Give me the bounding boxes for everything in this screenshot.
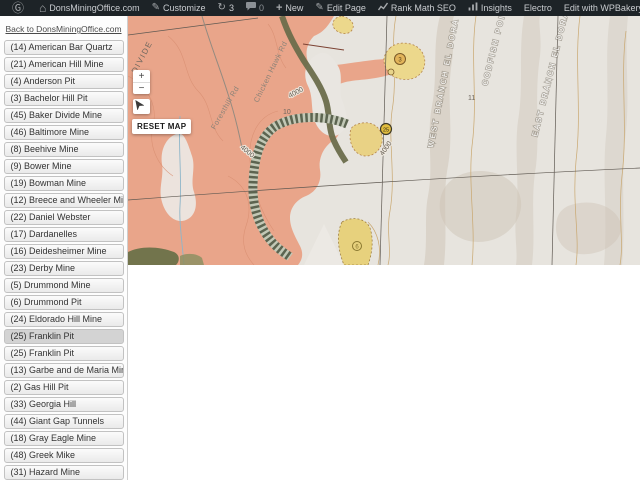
- adminbar-label: New: [285, 3, 303, 13]
- marker-small-circle[interactable]: [388, 69, 394, 75]
- adminbar-label: Edit with WPBakery Page Builder: [564, 3, 640, 13]
- sidebar-item-mine[interactable]: (24) Eldorado Hill Mine: [4, 312, 124, 327]
- zoom-out-button[interactable]: −: [133, 82, 150, 94]
- sidebar-item-mine[interactable]: (46) Baltimore Mine: [4, 125, 124, 140]
- sidebar-item-mine[interactable]: (4) Anderson Pit: [4, 74, 124, 89]
- sidebar-item-mine[interactable]: (13) Garbe and de Maria Mine: [4, 363, 124, 378]
- sidebar-item-mine[interactable]: (48) Greek Mike: [4, 448, 124, 463]
- adminbar-label: Insights: [481, 3, 512, 13]
- adminbar-wpbakery[interactable]: Edit with WPBakery Page Builder: [558, 0, 640, 16]
- sidebar-item-mine[interactable]: (22) Daniel Webster: [4, 210, 124, 225]
- sidebar-item-mine[interactable]: (5) Drummond Mine: [4, 278, 124, 293]
- pencil-icon: ✎: [315, 3, 323, 13]
- adminbar-new[interactable]: + New: [270, 0, 309, 16]
- sidebar-item-mine[interactable]: (18) Gray Eagle Mine: [4, 431, 124, 446]
- zoom-in-button[interactable]: +: [133, 70, 150, 82]
- plus-icon: +: [276, 3, 282, 14]
- chart-line-icon: [378, 2, 388, 14]
- map-label-section-10: 10: [283, 109, 291, 116]
- geologic-map-canvas[interactable]: 3 25 6 DIVIDE Foresthill Rd Chicken Hawk…: [128, 16, 640, 265]
- sidebar-item-mine[interactable]: (6) Drummond Pit: [4, 295, 124, 310]
- map-label-section-11: 11: [468, 95, 475, 102]
- sidebar-item-mine[interactable]: (45) Baker Divide Mine: [4, 108, 124, 123]
- sidebar-item-mine[interactable]: (14) American Bar Quartz: [4, 40, 124, 55]
- adminbar-label: 0: [259, 3, 264, 13]
- sidebar-item-mine[interactable]: (2) Gas Hill Pit: [4, 380, 124, 395]
- sidebar-item-mine[interactable]: (3) Bachelor Hill Pit: [4, 91, 124, 106]
- compass-reset-north-button[interactable]: [133, 99, 150, 114]
- sidebar-item-mine[interactable]: (21) American Hill Mine: [4, 57, 124, 72]
- sidebar-item-mine[interactable]: (31) Hazard Mine: [4, 465, 124, 480]
- adminbar-electro[interactable]: Electro: [518, 0, 558, 16]
- comment-icon: [246, 2, 256, 14]
- sidebar-item-mine[interactable]: (17) Dardanelles: [4, 227, 124, 242]
- adminbar-comments[interactable]: 0: [240, 0, 270, 16]
- map-zoom-control: + −: [133, 70, 150, 94]
- adminbar-wordpress-menu[interactable]: Ⓖ: [6, 0, 33, 16]
- adminbar-site-name[interactable]: ⌂ DonsMiningOffice.com: [33, 0, 146, 16]
- adminbar-label: DonsMiningOffice.com: [49, 3, 139, 13]
- adminbar-updates[interactable]: ↻ 3: [212, 0, 240, 16]
- sidebar-item-mine[interactable]: (19) Bowman Mine: [4, 176, 124, 191]
- adminbar-label: Edit Page: [327, 3, 366, 13]
- marker-25-label: 25: [383, 128, 389, 134]
- chart-bars-icon: [468, 2, 478, 14]
- pencil-icon: ✎: [152, 3, 160, 13]
- compass-needle-icon: [133, 99, 144, 110]
- sidebar-item-mine-selected[interactable]: (25) Franklin Pit: [4, 329, 124, 344]
- sidebar-item-mine[interactable]: (12) Breece and Wheeler Mine: [4, 193, 124, 208]
- sidebar-item-mine[interactable]: (9) Bower Mine: [4, 159, 124, 174]
- adminbar-rank-math[interactable]: Rank Math SEO: [372, 0, 462, 16]
- adminbar-label: Electro: [524, 3, 552, 13]
- sidebar-item-mine[interactable]: (25) Franklin Pit: [4, 346, 124, 361]
- adminbar-edit-page[interactable]: ✎ Edit Page: [309, 0, 371, 16]
- adminbar-customize[interactable]: ✎ Customize: [146, 0, 212, 16]
- sidebar-item-mine[interactable]: (16) Deidesheimer Mine: [4, 244, 124, 259]
- home-icon: ⌂: [39, 2, 46, 14]
- mine-list-sidebar: Back to DonsMiningOffice.com (14) Americ…: [0, 16, 128, 480]
- adminbar-label: Customize: [163, 3, 206, 13]
- map-artwork: 3 25 6 DIVIDE Foresthill Rd Chicken Hawk…: [128, 16, 640, 265]
- reset-map-button[interactable]: RESET MAP: [132, 119, 191, 134]
- sidebar-item-mine[interactable]: (8) Beehive Mine: [4, 142, 124, 157]
- adminbar-label: Rank Math SEO: [391, 3, 456, 13]
- wordpress-logo: Ⓖ: [12, 2, 24, 14]
- adminbar-label: 3: [229, 3, 234, 13]
- update-icon: ↻: [218, 3, 226, 13]
- sidebar-item-mine[interactable]: (23) Derby Mine: [4, 261, 124, 276]
- sidebar-item-mine[interactable]: (44) Giant Gap Tunnels: [4, 414, 124, 429]
- back-to-site-link[interactable]: Back to DonsMiningOffice.com: [2, 24, 125, 34]
- sidebar-item-mine[interactable]: (33) Georgia Hill: [4, 397, 124, 412]
- adminbar-insights[interactable]: Insights: [462, 0, 518, 16]
- wp-admin-bar: Ⓖ ⌂ DonsMiningOffice.com ✎ Customize ↻ 3…: [0, 0, 640, 16]
